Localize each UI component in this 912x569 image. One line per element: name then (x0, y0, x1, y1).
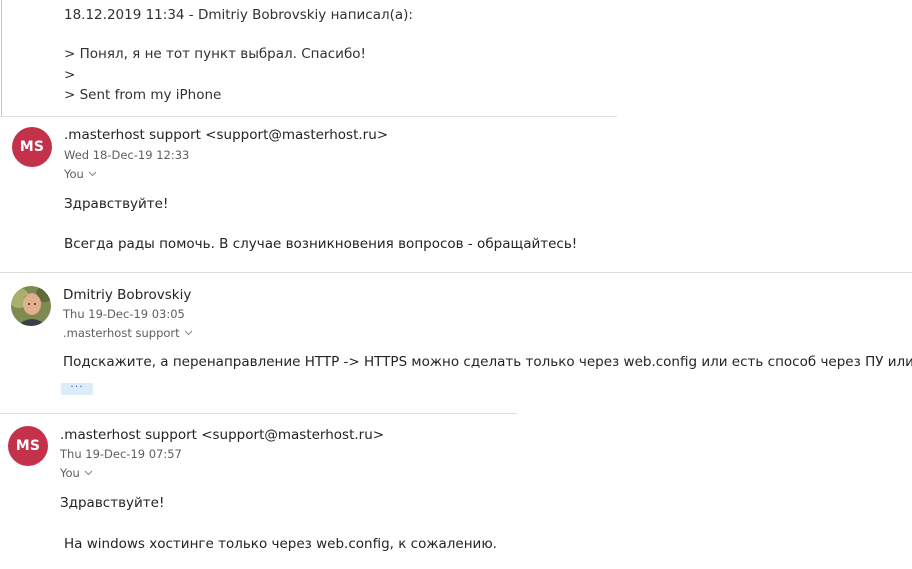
chevron-down-icon (84, 470, 93, 476)
message-body-line: Здравствуйте! (60, 495, 165, 511)
sender-name[interactable]: Dmitriy Bobrovskiy (63, 287, 191, 303)
chevron-down-icon (184, 330, 193, 336)
ellipsis-icon: ··· (70, 380, 84, 393)
message-date: Thu 19-Dec-19 03:05 (63, 307, 185, 321)
quote-line: > Sent from my iPhone (64, 87, 222, 103)
sender-name[interactable]: .masterhost support <support@masterhost.… (64, 127, 388, 143)
message-date: Wed 18-Dec-19 12:33 (64, 148, 190, 162)
avatar[interactable]: MS (8, 426, 48, 466)
show-more-button[interactable]: ··· (61, 380, 93, 395)
recipient-name: You (64, 167, 84, 181)
message-body-line: Здравствуйте! (64, 196, 169, 212)
recipient-line[interactable]: You (60, 466, 93, 480)
message-body-line: Подскажите, а перенаправление HTTP -> HT… (63, 354, 912, 370)
quote-border (1, 0, 2, 116)
quote-line: > Понял, я не тот пункт выбрал. Спасибо! (64, 46, 366, 62)
message-separator (0, 413, 517, 414)
sender-name[interactable]: .masterhost support <support@masterhost.… (60, 427, 384, 443)
recipient-line[interactable]: .masterhost support (63, 326, 193, 340)
avatar[interactable]: MS (12, 127, 52, 167)
reading-pane: 18.12.2019 11:34 - Dmitriy Bobrovskiy на… (0, 0, 912, 569)
message-separator (0, 272, 912, 273)
quote-line: > (64, 67, 76, 83)
message-body-line: На windows хостинге только через web.con… (64, 536, 497, 552)
recipient-name: .masterhost support (63, 326, 180, 340)
recipient-name: You (60, 466, 80, 480)
quote-header: 18.12.2019 11:34 - Dmitriy Bobrovskiy на… (64, 7, 413, 23)
message-separator (0, 116, 617, 117)
recipient-line[interactable]: You (64, 167, 97, 181)
message-body-line: Всегда рады помочь. В случае возникновен… (64, 236, 578, 252)
chevron-down-icon (88, 171, 97, 177)
message-date: Thu 19-Dec-19 07:57 (60, 447, 182, 461)
avatar[interactable] (11, 286, 51, 326)
